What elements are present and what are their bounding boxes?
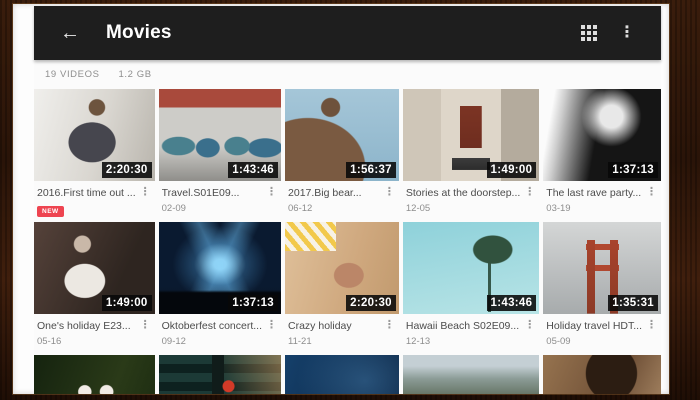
video-meta: Holiday travel HDT...⋮ 05-09 (543, 314, 661, 351)
video-title: Crazy holiday (288, 320, 380, 333)
video-card[interactable] (543, 355, 661, 394)
item-menu-icon[interactable]: ⋮ (520, 187, 537, 198)
video-date: 05-09 (546, 336, 659, 347)
woman-brown-hair-thumbnail[interactable] (543, 355, 661, 394)
video-date: 12-13 (406, 336, 537, 347)
video-title: 2017.Big bear... (288, 187, 380, 200)
video-date: 09-12 (162, 336, 279, 347)
video-card[interactable]: 2:20:30 2016.First time out ...⋮ NEW (34, 89, 155, 218)
item-menu-icon[interactable]: ⋮ (520, 320, 537, 331)
brownstone-red-door-thumbnail[interactable]: 1:49:00 (403, 89, 539, 181)
video-card[interactable]: 2:20:30 Crazy holiday⋮ 11-21 (285, 222, 399, 351)
item-menu-icon[interactable]: ⋮ (262, 320, 279, 331)
video-title: Travel.S01E09... (162, 187, 262, 200)
new-badge: NEW (37, 206, 64, 217)
video-card[interactable]: 1:35:31 Holiday travel HDT...⋮ 05-09 (543, 222, 661, 351)
video-gallery-app: ← Movies ⋮ 19 VIDEOS 1.2 GB 2:20:30 2016.… (34, 6, 661, 394)
video-date: 12-05 (406, 203, 537, 214)
video-card[interactable]: 1:56:37 2017.Big bear...⋮ 06-12 (285, 89, 399, 218)
video-meta: 2017.Big bear...⋮ 06-12 (285, 181, 399, 218)
video-title: The last rave party... (546, 187, 642, 200)
item-menu-icon[interactable]: ⋮ (380, 320, 397, 331)
video-meta: One's holiday E23...⋮ 05-16 (34, 314, 155, 351)
video-meta: Stories at the doorstep...⋮ 12-05 (403, 181, 539, 218)
duration-badge: 2:20:30 (102, 162, 152, 178)
red-shoes-stairs-thumbnail[interactable] (159, 355, 281, 394)
video-date: 03-19 (546, 203, 659, 214)
video-card[interactable]: 1:37:13 Oktoberfest concert...⋮ 09-12 (159, 222, 281, 351)
golden-gate-bridge-thumbnail[interactable]: 1:35:31 (543, 222, 661, 314)
duration-badge: 1:49:00 (102, 295, 152, 311)
video-title: Hawaii Beach S02E09... (406, 320, 520, 333)
back-button[interactable]: ← (60, 23, 80, 43)
video-card[interactable]: 1:43:46 Travel.S01E09...⋮ 02-09 (159, 89, 281, 218)
video-title: 2016.First time out ... (37, 187, 136, 200)
overflow-menu-icon[interactable]: ⋮ (615, 23, 639, 43)
video-title: One's holiday E23... (37, 320, 136, 333)
video-meta: Oktoberfest concert...⋮ 09-12 (159, 314, 281, 351)
video-card[interactable]: 1:49:00 One's holiday E23...⋮ 05-16 (34, 222, 155, 351)
folder-summary: 19 VIDEOS 1.2 GB (34, 60, 661, 89)
duration-badge: 1:37:13 (228, 295, 278, 311)
item-menu-icon[interactable]: ⋮ (136, 187, 153, 198)
duration-badge: 1:56:37 (346, 162, 396, 178)
video-title: Holiday travel HDT... (546, 320, 642, 333)
duration-badge: 1:35:31 (608, 295, 658, 311)
video-title: Oktoberfest concert... (162, 320, 262, 333)
video-meta: Travel.S01E09...⋮ 02-09 (159, 181, 281, 218)
man-sitting-outdoors-thumbnail[interactable]: 2:20:30 (34, 89, 155, 181)
item-menu-icon[interactable]: ⋮ (136, 320, 153, 331)
duration-badge: 2:20:30 (346, 295, 396, 311)
video-card[interactable]: 1:37:13 The last rave party...⋮ 03-19 (543, 89, 661, 218)
video-date: 02-09 (162, 203, 279, 214)
video-card[interactable] (285, 355, 399, 394)
folder-size-label: 1.2 GB (119, 69, 152, 80)
video-meta: 2016.First time out ...⋮ NEW (34, 181, 155, 218)
item-menu-icon[interactable]: ⋮ (380, 187, 397, 198)
video-date: 05-16 (37, 336, 153, 347)
video-grid: 2:20:302016.First time out ...⋮NEW1:43:4… (34, 89, 661, 394)
duration-badge: 1:43:46 (487, 295, 537, 311)
video-date: 11-21 (288, 336, 397, 347)
man-pointing-sepia-thumbnail[interactable]: 1:49:00 (34, 222, 155, 314)
duration-badge: 1:37:13 (608, 162, 658, 178)
video-meta: Hawaii Beach S02E09...⋮ 12-13 (403, 314, 539, 351)
duration-badge: 1:43:46 (228, 162, 278, 178)
device-screen: ← Movies ⋮ 19 VIDEOS 1.2 GB 2:20:30 2016.… (13, 4, 669, 394)
video-title: Stories at the doorstep... (406, 187, 520, 200)
item-menu-icon[interactable]: ⋮ (262, 187, 279, 198)
item-menu-icon[interactable]: ⋮ (642, 187, 659, 198)
beach-sunbathing-thumbnail[interactable]: 2:20:30 (285, 222, 399, 314)
grid-view-icon[interactable] (581, 25, 585, 29)
concert-blue-lights-thumbnail[interactable]: 1:37:13 (159, 222, 281, 314)
white-puppy-thumbnail[interactable] (34, 355, 155, 394)
video-card[interactable] (159, 355, 281, 394)
laughing-woman-bw-thumbnail[interactable]: 1:37:13 (543, 89, 661, 181)
friends-sitting-wall-thumbnail[interactable]: 1:43:46 (159, 89, 281, 181)
video-meta: The last rave party...⋮ 03-19 (543, 181, 661, 218)
item-menu-icon[interactable]: ⋮ (642, 320, 659, 331)
video-date: 06-12 (288, 203, 397, 214)
dark-ocean-thumbnail[interactable] (285, 355, 399, 394)
app-bar: ← Movies ⋮ (34, 6, 661, 60)
duration-badge: 1:49:00 (487, 162, 537, 178)
bear-blue-sky-thumbnail[interactable]: 1:56:37 (285, 89, 399, 181)
video-card[interactable]: 1:43:46 Hawaii Beach S02E09...⋮ 12-13 (403, 222, 539, 351)
video-count-label: 19 VIDEOS (45, 69, 100, 80)
video-card[interactable] (34, 355, 155, 394)
page-title: Movies (106, 22, 172, 44)
video-card[interactable] (403, 355, 539, 394)
mountain-valley-thumbnail[interactable] (403, 355, 539, 394)
video-meta: Crazy holiday⋮ 11-21 (285, 314, 399, 351)
video-card[interactable]: 1:49:00 Stories at the doorstep...⋮ 12-05 (403, 89, 539, 218)
palm-tree-sky-thumbnail[interactable]: 1:43:46 (403, 222, 539, 314)
